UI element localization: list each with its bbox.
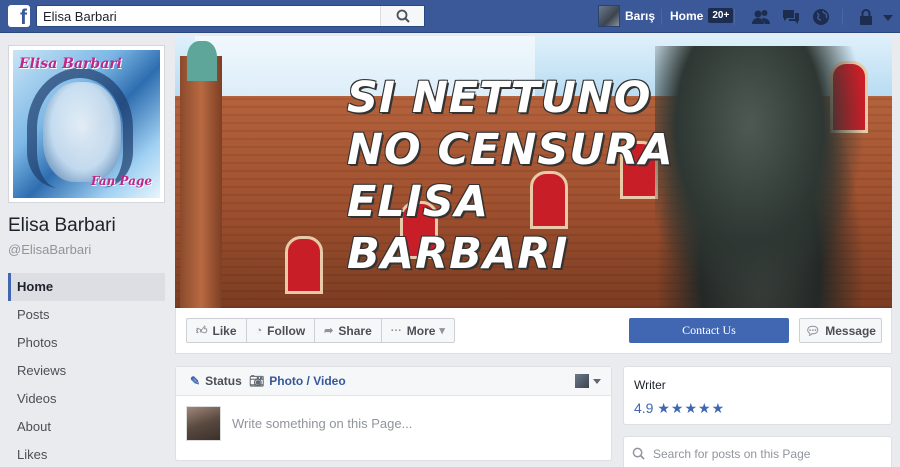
sidebar-item-reviews[interactable]: Reviews [8, 357, 165, 385]
tab-status[interactable]: ✎ Status [190, 374, 242, 388]
pencil-icon: ✎ [190, 374, 201, 388]
composer-input[interactable]: Write something on this Page... [232, 416, 412, 431]
sidebar-item-photos[interactable]: Photos [8, 329, 165, 357]
page-username[interactable]: @ElisaBarbari [8, 242, 91, 257]
nav-home-label: Home [670, 8, 704, 23]
page-post-search[interactable]: Search for posts on this Page [623, 436, 892, 467]
follow-button[interactable]: ◔ Follow [247, 319, 316, 342]
rating-value: 4.9 [634, 400, 654, 416]
profile-picture[interactable]: Elisa Barbari Fan Page [8, 45, 165, 203]
notifications-globe-icon[interactable] [811, 7, 831, 27]
page-action-bar: 👍︎ Like ◔ Follow ➦ Share ··· More ▾ Cont… [175, 308, 892, 354]
nav-divider [661, 9, 662, 25]
cover-text-line: BARBARI [347, 229, 569, 279]
message-label: Message [825, 323, 876, 338]
sidebar-item-home[interactable]: Home [8, 273, 165, 301]
cover-window [285, 236, 323, 294]
cover-tower [180, 56, 222, 308]
thumbs-up-icon: 👍︎ [196, 325, 208, 337]
tab-status-label: Status [205, 374, 242, 388]
search-bar[interactable] [36, 5, 425, 27]
nav-divider [842, 9, 843, 25]
page-category[interactable]: Writer [634, 378, 666, 392]
share-label: Share [338, 323, 372, 338]
post-as-avatar[interactable] [575, 374, 589, 388]
cover-tower-dome [187, 41, 217, 81]
cover-text-line: SI NETTUNO [347, 73, 652, 123]
top-navigation-bar: f Barış Home 20+ [0, 0, 900, 33]
cover-text-line: ELISA [347, 177, 490, 227]
avatar [186, 406, 221, 441]
nav-divider [734, 9, 735, 25]
nav-user-name: Barış [625, 9, 656, 23]
home-notification-badge: 20+ [708, 8, 734, 23]
page-rating[interactable]: 4.9 ★★★★★ [634, 400, 725, 417]
sidebar-item-about[interactable]: About [8, 413, 165, 441]
sidebar-item-likes[interactable]: Likes [8, 441, 165, 467]
search-button[interactable] [380, 6, 424, 26]
page-action-buttons: 👍︎ Like ◔ Follow ➦ Share ··· More ▾ [186, 318, 455, 343]
like-label: Like [212, 323, 237, 338]
page-sidebar-nav: Home Posts Photos Reviews Videos About L… [8, 273, 165, 467]
search-posts-input[interactable]: Search for posts on this Page [653, 447, 810, 461]
search-icon [632, 447, 645, 460]
account-menu-chevron-down-icon[interactable] [878, 7, 898, 27]
cover-neptune-statue [655, 46, 865, 308]
about-card: Writer 4.9 ★★★★★ [623, 366, 892, 425]
share-arrow-icon: ➦ [324, 325, 334, 337]
profile-face-shape [43, 82, 121, 182]
like-button[interactable]: 👍︎ Like [187, 319, 247, 342]
camera-icon: 📷︎ [249, 374, 265, 388]
chevron-down-icon: ▾ [439, 325, 445, 337]
search-icon [396, 9, 410, 23]
composer-body[interactable]: Write something on this Page... [176, 396, 611, 460]
more-dots-icon: ··· [390, 324, 402, 337]
friend-requests-icon[interactable] [751, 7, 771, 27]
profile-picture-subtitle: Fan Page [90, 174, 152, 188]
cover-text-line: NO CENSURA [347, 125, 674, 175]
rss-follow-icon: ◔ [255, 324, 263, 337]
message-button[interactable]: 💬︎ Message [799, 318, 882, 343]
star-rating-icon: ★★★★★ [657, 400, 726, 416]
chevron-down-icon[interactable] [593, 379, 601, 384]
contact-us-button[interactable]: Contact Us [629, 318, 789, 343]
tab-photo-video[interactable]: 📷︎ Photo / Video [249, 374, 346, 388]
avatar [598, 5, 620, 27]
tab-photo-video-label: Photo / Video [269, 374, 346, 388]
messages-icon[interactable] [781, 7, 801, 27]
profile-picture-title: Elisa Barbari [19, 56, 122, 72]
sidebar-item-posts[interactable]: Posts [8, 301, 165, 329]
cover-headline: SI NETTUNO NO CENSURA ELISA BARBARI [347, 72, 674, 280]
follow-label: Follow [267, 323, 306, 338]
privacy-lock-icon[interactable] [856, 7, 876, 27]
more-label: More [406, 323, 436, 338]
nav-home-link[interactable]: Home 20+ [670, 8, 734, 23]
nav-user-profile[interactable]: Barış [598, 5, 655, 27]
page-title[interactable]: Elisa Barbari [8, 215, 116, 237]
message-bubble-icon: 💬︎ [805, 323, 821, 338]
facebook-logo-icon[interactable]: f [8, 5, 30, 27]
search-input[interactable] [37, 6, 377, 26]
more-button[interactable]: ··· More ▾ [382, 319, 454, 342]
cover-photo[interactable]: SI NETTUNO NO CENSURA ELISA BARBARI [175, 36, 892, 308]
composer-tabs: ✎ Status 📷︎ Photo / Video [176, 367, 611, 396]
sidebar-item-videos[interactable]: Videos [8, 385, 165, 413]
share-button[interactable]: ➦ Share [315, 319, 382, 342]
profile-picture-image: Elisa Barbari Fan Page [13, 50, 160, 198]
post-composer: ✎ Status 📷︎ Photo / Video Write somethin… [175, 366, 612, 461]
